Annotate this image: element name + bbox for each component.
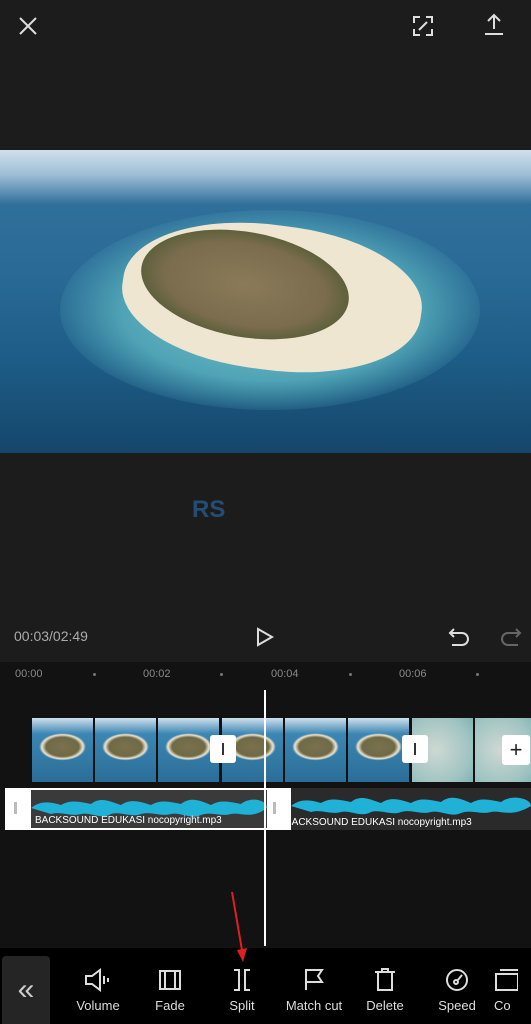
ruler-tick: 00:02 <box>143 668 171 680</box>
transition-button[interactable] <box>402 735 428 763</box>
export-icon[interactable] <box>480 10 508 38</box>
tool-fade[interactable]: Fade <box>135 968 205 1013</box>
video-clip-thumbnail[interactable] <box>32 718 94 782</box>
tool-label: Co <box>494 998 511 1013</box>
audio-trim-handle-left[interactable] <box>14 802 17 814</box>
audio-clip-label: BACKSOUND EDUKASI nocopyright.mp3 <box>35 815 222 826</box>
play-icon[interactable] <box>252 624 278 650</box>
time-readout: 00:03/02:49 <box>14 628 88 644</box>
volume-icon <box>85 968 109 992</box>
red-arrow-annotation <box>231 891 247 962</box>
tool-label: Speed <box>438 998 476 1013</box>
tool-label: Delete <box>366 998 404 1013</box>
ruler-tick: 00:06 <box>399 668 427 680</box>
tool-copy[interactable]: Co <box>494 968 531 1013</box>
add-clip-button[interactable]: + <box>502 735 530 765</box>
transition-button[interactable] <box>210 735 236 763</box>
tool-speed[interactable]: Speed <box>422 968 492 1013</box>
playhead[interactable] <box>264 690 266 946</box>
watermark-logo: RS <box>192 496 226 523</box>
video-preview[interactable] <box>0 150 531 453</box>
close-icon[interactable] <box>14 12 42 40</box>
tool-label: Split <box>229 998 255 1013</box>
back-button[interactable]: « <box>2 956 50 1024</box>
flag-icon <box>305 969 324 990</box>
fade-icon <box>159 970 181 990</box>
trash-icon <box>375 968 395 991</box>
tool-label: Fade <box>155 998 185 1013</box>
tool-match-cut[interactable]: Match cut <box>279 968 349 1013</box>
video-clip-thumbnail[interactable] <box>348 718 410 782</box>
tool-label: Volume <box>76 998 120 1013</box>
video-clip-thumbnail[interactable] <box>285 718 347 782</box>
ruler-dot <box>220 673 223 676</box>
tool-label: Match cut <box>285 998 343 1013</box>
tool-volume[interactable]: Volume <box>63 968 133 1013</box>
audio-clip-label: BACKSOUND EDUKASI nocopyright.mp3 <box>291 817 472 828</box>
audio-trim-handle-right[interactable] <box>273 802 276 814</box>
player-controls: 00:03/02:49 <box>0 610 531 662</box>
split-icon <box>234 969 250 991</box>
ruler-tick: 00:04 <box>271 668 299 680</box>
ruler-dot <box>349 673 352 676</box>
audio-clip-selected[interactable]: BACKSOUND EDUKASI nocopyright.mp3 <box>5 788 291 830</box>
ruler-dot <box>476 673 479 676</box>
undo-icon[interactable] <box>446 624 472 650</box>
redo-icon[interactable] <box>498 624 524 650</box>
ruler-dot <box>93 673 96 676</box>
tool-delete[interactable]: Delete <box>350 968 420 1013</box>
audio-clip[interactable]: BACKSOUND EDUKASI nocopyright.mp3 <box>291 788 531 830</box>
tool-split[interactable]: Split <box>207 968 277 1013</box>
audio-waveform <box>291 797 531 815</box>
ruler-tick: 00:00 <box>15 668 43 680</box>
speed-icon <box>446 969 468 991</box>
fullscreen-icon[interactable] <box>409 12 437 40</box>
copy-icon <box>495 969 518 991</box>
video-clip-thumbnail[interactable] <box>95 718 157 782</box>
